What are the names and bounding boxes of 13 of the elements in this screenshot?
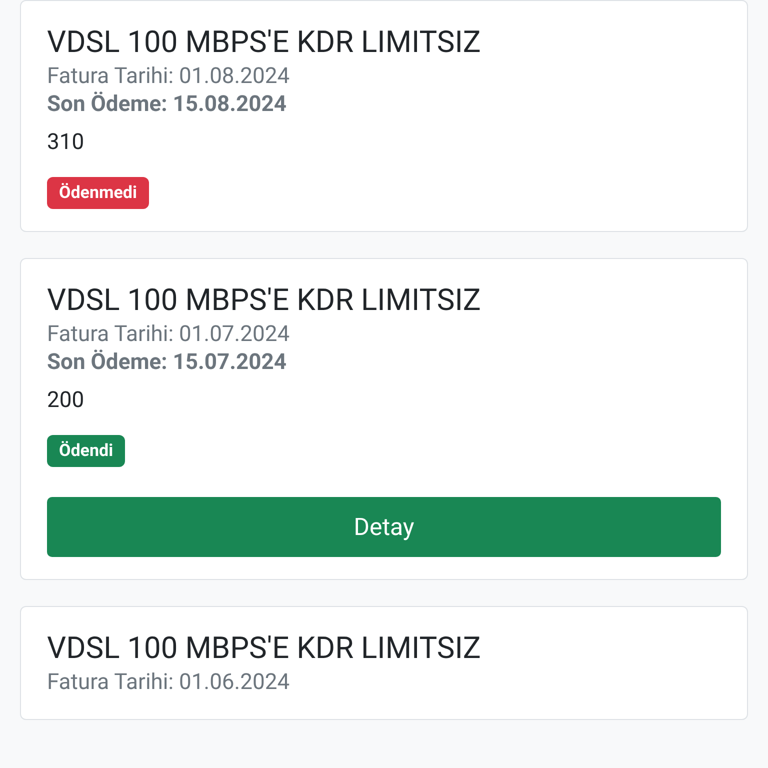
invoice-amount: 310 [47, 129, 84, 157]
invoice-date: Fatura Tarihi: 01.08.2024 [47, 63, 290, 91]
invoice-amount: 200 [47, 387, 84, 415]
due-date: Son Ödeme: 15.07.2024 [47, 349, 287, 377]
invoice-date: Fatura Tarihi: 01.06.2024 [47, 669, 290, 697]
invoice-title: VDSL 100 MBPS'E KDR LIMITSIZ [47, 630, 481, 668]
invoice-date: Fatura Tarihi: 01.07.2024 [47, 321, 290, 349]
invoice-title: VDSL 100 MBPS'E KDR LIMITSIZ [47, 282, 481, 320]
detail-button[interactable]: Detay [47, 497, 721, 557]
status-badge: Ödendi [47, 435, 126, 467]
invoice-title: VDSL 100 MBPS'E KDR LIMITSIZ [47, 24, 481, 62]
status-badge: Ödenmedi [47, 177, 149, 209]
due-date: Son Ödeme: 15.08.2024 [47, 91, 287, 119]
